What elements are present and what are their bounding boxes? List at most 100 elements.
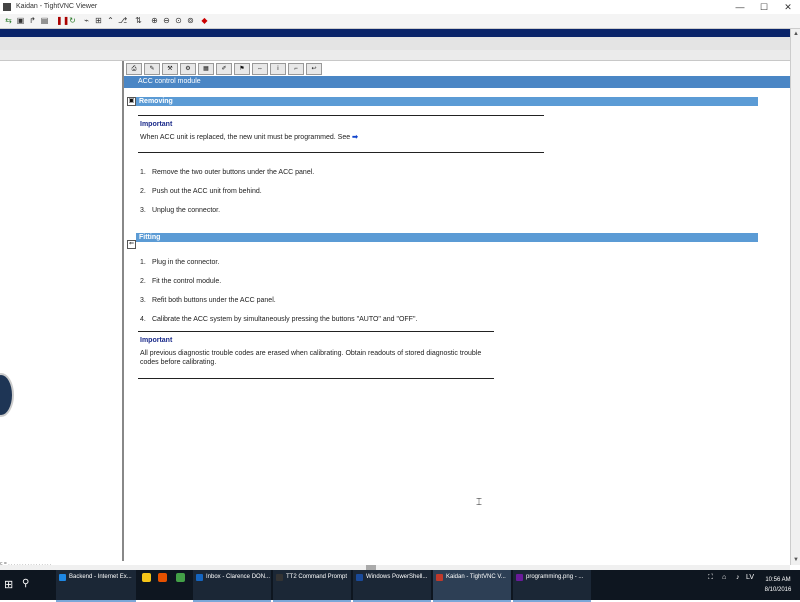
send-win-key-icon[interactable]: ⊞ [94, 16, 103, 25]
link-icon[interactable]: ↩ [306, 63, 322, 75]
step-number: 4. [140, 316, 146, 323]
scroll-down-icon[interactable]: ▼ [791, 555, 800, 565]
pause-icon[interactable]: ❚❚ [56, 16, 69, 25]
removing-step: 3. Unplug the connector. [140, 207, 220, 214]
expand-icon[interactable]: ⇔ [252, 63, 268, 75]
new-connection-icon[interactable]: ⇆ [4, 16, 13, 25]
important-box-1: Important When ACC unit is replaced, the… [138, 115, 544, 153]
close-button[interactable]: ✕ [776, 0, 800, 14]
important-box-2: Important All previous diagnostic troubl… [138, 331, 494, 379]
images-icon[interactable]: ▦ [198, 63, 214, 75]
fitting-step: 3. Refit both buttons under the ACC pane… [140, 297, 276, 304]
ie-icon [59, 574, 66, 581]
taskbar-item-label: programming.png - ... [526, 574, 584, 580]
left-status-text: c = . . . . . . . . . . . . . . . . [0, 561, 52, 567]
tray-network-icon[interactable]: ⌂ [722, 574, 726, 581]
step-number: 2. [140, 188, 146, 195]
print-icon[interactable]: ⎙ [126, 63, 142, 75]
outlook-icon [196, 574, 203, 581]
removing-step: 2. Push out the ACC unit from behind. [140, 188, 262, 195]
step-number: 3. [140, 207, 146, 214]
taskbar-item-label: Kaidan - TightVNC V... [446, 574, 506, 580]
file-explorer-icon[interactable] [142, 573, 151, 582]
section-marker-icon[interactable]: ⇐ [127, 240, 136, 249]
fitting-step: 1. Plug in the connector. [140, 259, 219, 266]
tray-time: 10:56 AM [765, 577, 791, 583]
zoom-in-icon[interactable]: ⊕ [150, 16, 159, 25]
round-decoration [0, 373, 14, 417]
important-text: All previous diagnostic trouble codes ar… [140, 350, 482, 366]
scroll-up-icon[interactable]: ▲ [791, 29, 800, 39]
tools-icon[interactable]: ⚒ [162, 63, 178, 75]
bookmark-icon[interactable]: ⚑ [234, 63, 250, 75]
send-ctrl-alt-del-icon[interactable]: ⌁ [82, 16, 91, 25]
step-text: Unplug the connector. [151, 207, 221, 214]
remote-menu-area [0, 37, 790, 50]
procedure-icon[interactable]: ⚙ [180, 63, 196, 75]
taskbar-item[interactable]: Backend - Internet Ex... [56, 570, 136, 602]
info-icon[interactable]: ▤ [40, 16, 49, 25]
start-button[interactable]: ⊞ [4, 579, 16, 591]
taskbar-item-label: Backend - Internet Ex... [69, 574, 132, 580]
powershell-icon [356, 574, 363, 581]
alt-key-icon[interactable]: ⎇ [118, 16, 127, 25]
important-text: When ACC unit is replaced, the new unit … [140, 133, 358, 142]
fitting-step: 2. Fit the control module. [140, 278, 221, 285]
taskbar-item-active[interactable]: Kaidan - TightVNC V... [433, 570, 511, 602]
transfer-files-icon[interactable]: ⇅ [134, 16, 143, 25]
taskbar-item[interactable]: Windows PowerShell... [353, 570, 431, 602]
info-doc-icon[interactable]: ⅰ [270, 63, 286, 75]
zoom-100-icon[interactable]: ⊙ [174, 16, 183, 25]
page-icon[interactable]: ⌐ [288, 63, 304, 75]
taskbar-item[interactable]: programming.png - ... [513, 570, 591, 602]
fullscreen-icon[interactable]: ◆ [200, 16, 209, 25]
section-fitting: Fitting [136, 233, 758, 242]
maximize-button[interactable]: ☐ [752, 0, 776, 14]
vertical-scrollbar[interactable]: ▲ ▼ [790, 29, 800, 565]
remote-window-titlebar [0, 29, 790, 37]
search-icon[interactable]: ⚲ [22, 578, 34, 590]
important-text-body: When ACC unit is replaced, the new unit … [140, 134, 351, 141]
step-text: Plug in the connector. [151, 259, 220, 266]
important-label: Important [140, 121, 173, 128]
tray-people-icon[interactable]: ⛶ [708, 574, 713, 582]
minimize-button[interactable]: — [728, 0, 752, 14]
zoom-fit-icon[interactable]: ⊚ [186, 16, 195, 25]
vnc-toolbar: ⇆ ▣ ↱ ▤ ❚❚ ↻ ⌁ ⊞ ⌃ ⎇ ⇅ ⊕ ⊖ ⊙ ⊚ ◆ [0, 14, 800, 29]
taskbar: ⊞ ⚲ Backend - Internet Ex... Inbox - Cla… [0, 570, 800, 602]
tray-clock[interactable]: 10:56 AM 8/10/2016 [760, 575, 796, 595]
note-icon[interactable]: ✐ [216, 63, 232, 75]
taskbar-item[interactable]: TT2 Command Prompt [273, 570, 351, 602]
step-number: 3. [140, 297, 146, 304]
section-removing-title: Removing [139, 98, 173, 105]
chrome-icon[interactable] [176, 573, 185, 582]
link-arrow-icon[interactable]: ➡ [352, 134, 358, 141]
ctrl-key-icon[interactable]: ⌃ [106, 16, 115, 25]
removing-step: 1. Remove the two outer buttons under th… [140, 169, 314, 176]
edit-icon[interactable]: ✎ [144, 63, 160, 75]
image-viewer-icon [516, 574, 523, 581]
mouse-cursor-icon: ⌶ [476, 497, 482, 508]
tray-language[interactable]: LV [746, 574, 754, 581]
tray-date: 8/10/2016 [764, 587, 792, 593]
options-icon[interactable]: ↱ [28, 16, 37, 25]
step-number: 1. [140, 169, 146, 176]
save-icon[interactable]: ▣ [16, 16, 25, 25]
firefox-icon[interactable] [158, 573, 167, 582]
window-title: Kaidan - TightVNC Viewer [16, 3, 98, 10]
step-number: 1. [140, 259, 146, 266]
zoom-out-icon[interactable]: ⊖ [162, 16, 171, 25]
step-text: Calibrate the ACC system by simultaneous… [151, 316, 418, 323]
document-title: ACC control module [138, 78, 201, 85]
section-fitting-title: Fitting [139, 234, 161, 241]
taskbar-item-label: Inbox - Clarence DON... [206, 574, 271, 580]
important-label: Important [140, 337, 173, 344]
refresh-icon[interactable]: ↻ [68, 16, 77, 25]
step-text: Refit both buttons under the ACC panel. [151, 297, 276, 304]
tray-volume-icon[interactable]: ♪ [736, 574, 740, 581]
section-removing: Removing [136, 97, 758, 106]
taskbar-item[interactable]: Inbox - Clarence DON... [193, 570, 271, 602]
document-header: ACC control module [124, 76, 790, 88]
section-marker-icon[interactable]: ▣ [127, 97, 136, 106]
vnc-app-icon [3, 3, 11, 11]
